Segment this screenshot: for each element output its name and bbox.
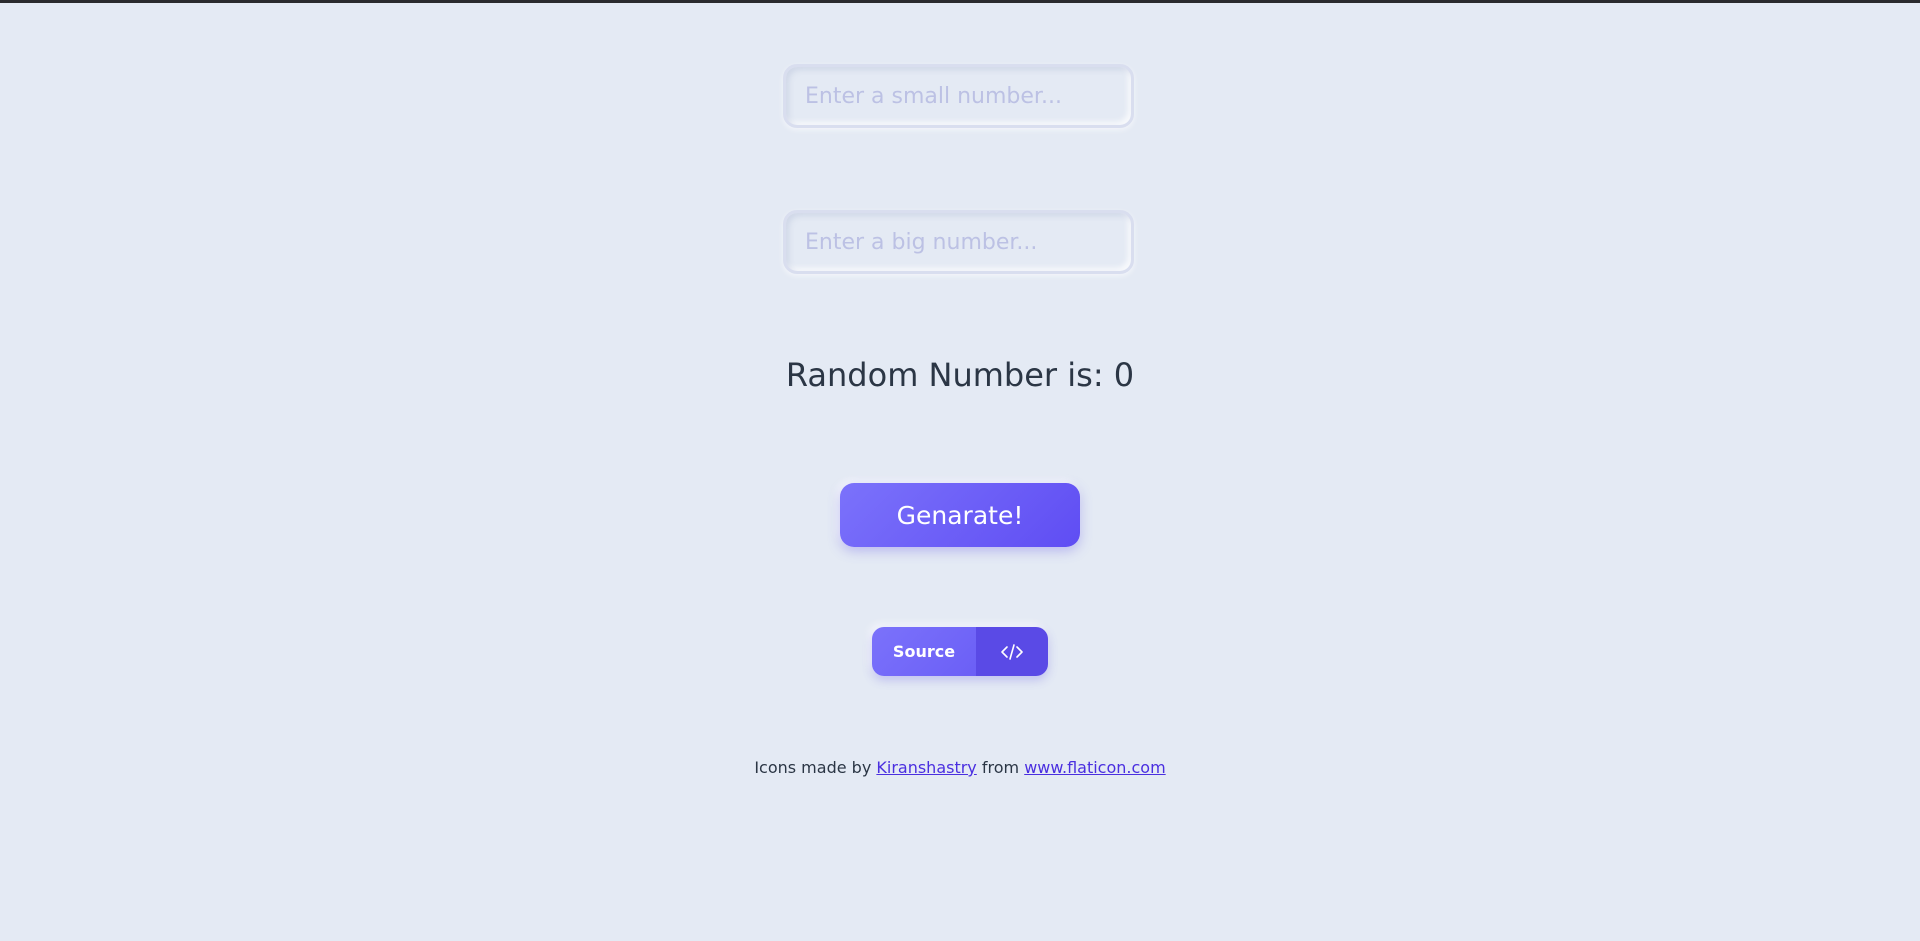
- code-icon: [976, 627, 1048, 676]
- credits-prefix: Icons made by: [754, 758, 872, 777]
- source-button[interactable]: Source: [872, 627, 1048, 676]
- flaticon-link[interactable]: www.flaticon.com: [1024, 758, 1165, 777]
- generate-button[interactable]: Genarate!: [840, 483, 1080, 547]
- big-number-field[interactable]: [783, 210, 1134, 274]
- big-number-input[interactable]: [786, 213, 1131, 271]
- author-link[interactable]: Kiranshastry: [876, 758, 976, 777]
- small-number-input[interactable]: [786, 67, 1131, 125]
- icon-credits: Icons made by Kiranshastry from www.flat…: [0, 758, 1920, 777]
- random-number-result: Random Number is: 0: [785, 356, 1135, 394]
- random-number-app: Random Number is: 0 Genarate! Source Ico…: [0, 0, 1920, 941]
- small-number-field[interactable]: [783, 64, 1134, 128]
- credits-middle: from: [981, 758, 1020, 777]
- source-button-label: Source: [872, 627, 976, 676]
